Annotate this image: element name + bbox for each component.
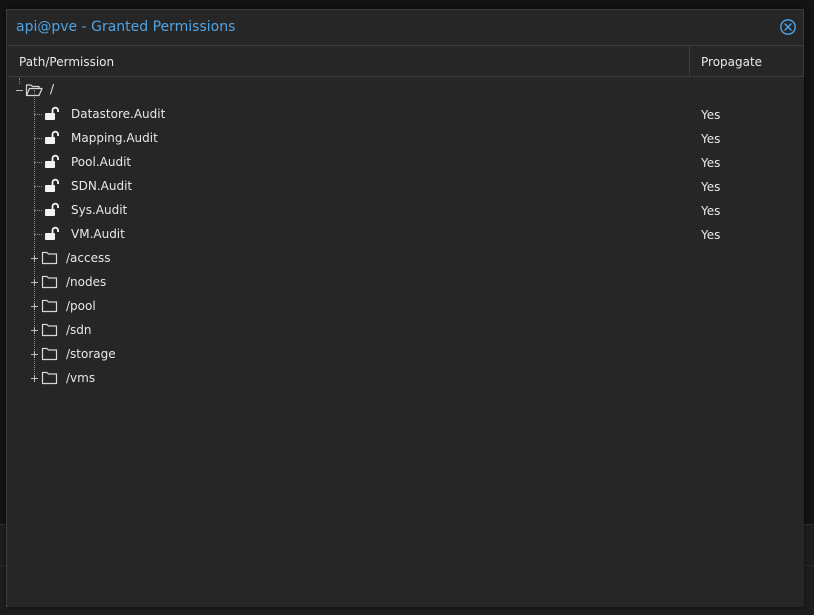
tree-node-label: / (50, 82, 55, 96)
permission-row[interactable]: SDN.Audit Yes (8, 174, 804, 198)
tree-branch (34, 186, 42, 187)
path-row[interactable]: /storage (8, 342, 804, 366)
expand-icon[interactable] (30, 278, 39, 287)
column-header-path-label: Path/Permission (19, 55, 115, 69)
expand-icon[interactable] (30, 350, 39, 359)
folder-icon (41, 347, 58, 361)
tree-branch (34, 114, 42, 115)
tree-branch (34, 138, 42, 139)
permission-row[interactable]: Pool.Audit Yes (8, 150, 804, 174)
propagate-value: Yes (701, 180, 721, 194)
expand-icon[interactable] (30, 302, 39, 311)
unlock-icon (45, 226, 59, 240)
tree-row-root[interactable]: / (8, 78, 804, 102)
folder-icon (41, 275, 58, 289)
expand-icon[interactable] (30, 254, 39, 263)
folder-icon (41, 323, 58, 337)
propagate-value: Yes (701, 228, 721, 242)
permission-label: SDN.Audit (71, 179, 133, 193)
permissions-window: api@pve - Granted Permissions Path/Permi… (6, 9, 804, 607)
unlock-icon (45, 130, 59, 144)
path-label: /pool (66, 299, 96, 313)
path-row[interactable]: /access (8, 246, 804, 270)
path-label: /access (66, 251, 111, 265)
expand-icon[interactable] (30, 374, 39, 383)
expand-icon[interactable] (30, 326, 39, 335)
permission-label: Sys.Audit (71, 203, 128, 217)
path-label: /nodes (66, 275, 107, 289)
window-title: api@pve - Granted Permissions (16, 19, 236, 35)
column-header-propagate-label: Propagate (701, 55, 763, 69)
tree-branch (34, 162, 42, 163)
permissions-tree-grid: Path/Permission Propagate / Datastore.Au… (8, 45, 804, 607)
window-titlebar[interactable]: api@pve - Granted Permissions (7, 10, 803, 46)
permission-label: Datastore.Audit (71, 107, 166, 121)
tree-branch (34, 210, 42, 211)
tree-guide-root (19, 78, 20, 84)
path-row[interactable]: /vms (8, 366, 804, 390)
permission-row[interactable]: Sys.Audit Yes (8, 198, 804, 222)
tree-rows: / Datastore.Audit Yes Mapping.Audit Yes … (8, 78, 804, 390)
path-label: /sdn (66, 323, 92, 337)
unlock-icon (45, 154, 59, 168)
path-row[interactable]: /pool (8, 294, 804, 318)
propagate-value: Yes (701, 108, 721, 122)
permission-label: Mapping.Audit (71, 131, 158, 145)
tree-branch (34, 234, 42, 235)
permission-label: Pool.Audit (71, 155, 132, 169)
path-label: /vms (66, 371, 96, 385)
grid-header: Path/Permission Propagate (8, 46, 804, 77)
permission-row[interactable]: VM.Audit Yes (8, 222, 804, 246)
folder-icon (41, 371, 58, 385)
path-row[interactable]: /sdn (8, 318, 804, 342)
folder-icon (41, 251, 58, 265)
folder-open-icon (25, 84, 43, 97)
path-label: /storage (66, 347, 116, 361)
unlock-icon (45, 202, 59, 216)
permission-row[interactable]: Mapping.Audit Yes (8, 126, 804, 150)
path-row[interactable]: /nodes (8, 270, 804, 294)
propagate-value: Yes (701, 156, 721, 170)
folder-icon (41, 299, 58, 313)
unlock-icon (45, 106, 59, 120)
permission-row[interactable]: Datastore.Audit Yes (8, 102, 804, 126)
column-header-propagate[interactable]: Propagate (690, 46, 804, 76)
column-header-path[interactable]: Path/Permission (8, 46, 690, 76)
propagate-value: Yes (701, 132, 721, 146)
propagate-value: Yes (701, 204, 721, 218)
permission-label: VM.Audit (71, 227, 125, 241)
collapse-icon[interactable] (15, 86, 24, 95)
unlock-icon (45, 178, 59, 192)
close-icon[interactable] (779, 18, 797, 36)
